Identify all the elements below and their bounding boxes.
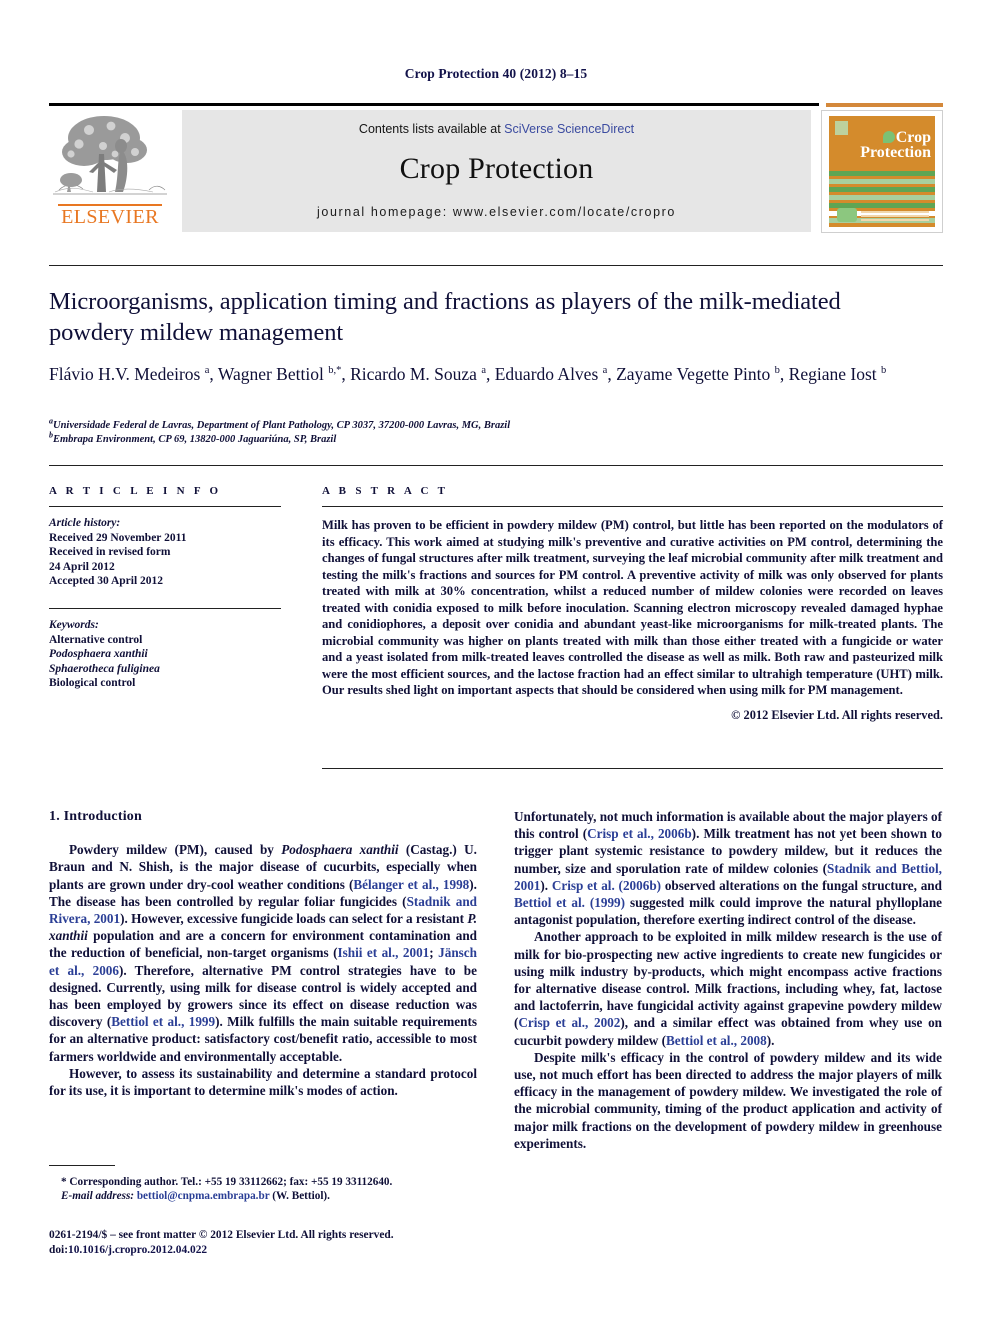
keyword-2: Sphaerotheca fuliginea (49, 662, 160, 675)
cover-society-badge-icon (837, 208, 857, 222)
affiliation-b-text: Embrapa Environment, CP 69, 13820-000 Ja… (53, 434, 337, 445)
imprint-block: 0261-2194/$ – see front matter © 2012 El… (49, 1228, 477, 1257)
running-head: Crop Protection 40 (2012) 8–15 (404, 66, 588, 81)
elsevier-logo: ELSEVIER (49, 110, 171, 233)
affiliation-a-text: Universidade Federal de Lavras, Departme… (53, 420, 511, 431)
journal-cover-thumbnail[interactable]: Crop Protection (821, 110, 943, 233)
abstract-bottom-rule (322, 768, 943, 769)
masthead-rule-orange (826, 103, 943, 107)
abstract-heading: A B S T R A C T (322, 485, 449, 497)
author-list: Flávio H.V. Medeiros a, Wagner Bettiol b… (49, 364, 887, 384)
affiliation-a: aUniversidade Federal de Lavras, Departm… (49, 416, 511, 431)
keywords-rule (49, 607, 281, 609)
keyword-3: Biological control (49, 677, 136, 690)
doi-link[interactable]: 10.1016/j.cropro.2012.04.022 (68, 1244, 207, 1256)
contents-lists-prefix: Contents lists available at (358, 122, 505, 136)
affiliation-b: bEmbrapa Environment, CP 69, 13820-000 J… (49, 430, 337, 445)
body-column-left: 1. Introduction Powdery mildew (PM), cau… (49, 808, 477, 1099)
intro-paragraph-5: Despite milk's efficacy in the control o… (514, 1049, 942, 1151)
journal-title: Crop Protection (399, 152, 594, 185)
cover-title: Crop Protection (833, 130, 931, 161)
footnote-block: * Corresponding author. Tel.: +55 19 331… (49, 1175, 477, 1204)
doi-line: doi:10.1016/j.cropro.2012.04.022 (49, 1243, 477, 1258)
history-line-1: Received in revised form (49, 546, 171, 559)
contents-lists-line: Contents lists available at SciVerse Sci… (182, 122, 811, 136)
history-line-2: 24 April 2012 (49, 560, 115, 573)
email-address-label: E-mail address: (61, 1190, 135, 1203)
footnote-rule (49, 1165, 115, 1166)
journal-article-page: Crop Protection 40 (2012) 8–15 ELSEVIER … (0, 0, 992, 1323)
masthead-rule (49, 103, 819, 106)
keyword-1: Podosphaera xanthii (49, 648, 148, 661)
email-note: E-mail address: bettiol@cnpma.embrapa.br… (49, 1189, 477, 1203)
info-top-rule (49, 465, 943, 466)
keywords-block: Keywords: Alternative control Podosphaer… (49, 618, 281, 691)
leaf-icon (882, 131, 895, 143)
body-column-right: Unfortunately, not much information is a… (514, 808, 942, 1152)
abstract-copyright: © 2012 Elsevier Ltd. All rights reserved… (731, 707, 943, 722)
sciencedirect-link[interactable]: SciVerse ScienceDirect (504, 122, 634, 136)
elsevier-wordmark: ELSEVIER (61, 206, 159, 228)
history-line-0: Received 29 November 2011 (49, 531, 187, 544)
article-history-label: Article history: (49, 517, 121, 529)
keywords-label: Keywords: (49, 618, 99, 631)
intro-paragraph-2: However, to assess its sustainability an… (49, 1065, 477, 1099)
abstract-text: Milk has proven to be efficient in powde… (322, 518, 943, 697)
front-matter-line: 0261-2194/$ – see front matter © 2012 El… (49, 1229, 394, 1241)
cover-title-line2: Protection (860, 144, 931, 161)
intro-paragraph-4: Another approach to be exploited in milk… (514, 929, 942, 1048)
intro-paragraph-3: Unfortunately, not much information is a… (514, 809, 943, 928)
article-history: Article history: Received 29 November 20… (49, 516, 281, 589)
email-owner: (W. Bettiol). (272, 1190, 330, 1203)
article-title: Microorganisms, application timing and f… (49, 288, 841, 346)
cover-society-text (861, 211, 929, 223)
journal-homepage-url[interactable]: journal homepage: www.elsevier.com/locat… (182, 205, 811, 219)
elsevier-tree-icon (49, 110, 171, 207)
email-address-link[interactable]: bettiol@cnpma.embrapa.br (137, 1190, 270, 1202)
keyword-0: Alternative control (49, 633, 143, 646)
journal-banner: Contents lists available at SciVerse Sci… (182, 110, 811, 232)
history-line-3: Accepted 30 April 2012 (49, 575, 164, 588)
title-top-rule (49, 265, 943, 266)
doi-prefix: doi: (49, 1243, 68, 1256)
article-info-heading: A R T I C L E I N F O (49, 485, 222, 497)
section-heading-introduction: 1. Introduction (49, 809, 142, 824)
journal-masthead: ELSEVIER Contents lists available at Sci… (49, 103, 943, 233)
article-info-column: A R T I C L E I N F O Article history: R… (49, 485, 281, 691)
journal-cover-art: Crop Protection (829, 116, 935, 227)
abstract-rule (322, 506, 943, 507)
article-info-rule (49, 506, 281, 507)
intro-paragraph-1: Powdery mildew (PM), caused by Podosphae… (49, 842, 478, 1064)
abstract-column: A B S T R A C T Milk has proven to be ef… (322, 485, 943, 723)
corresponding-author-note: * Corresponding author. Tel.: +55 19 331… (61, 1176, 393, 1188)
